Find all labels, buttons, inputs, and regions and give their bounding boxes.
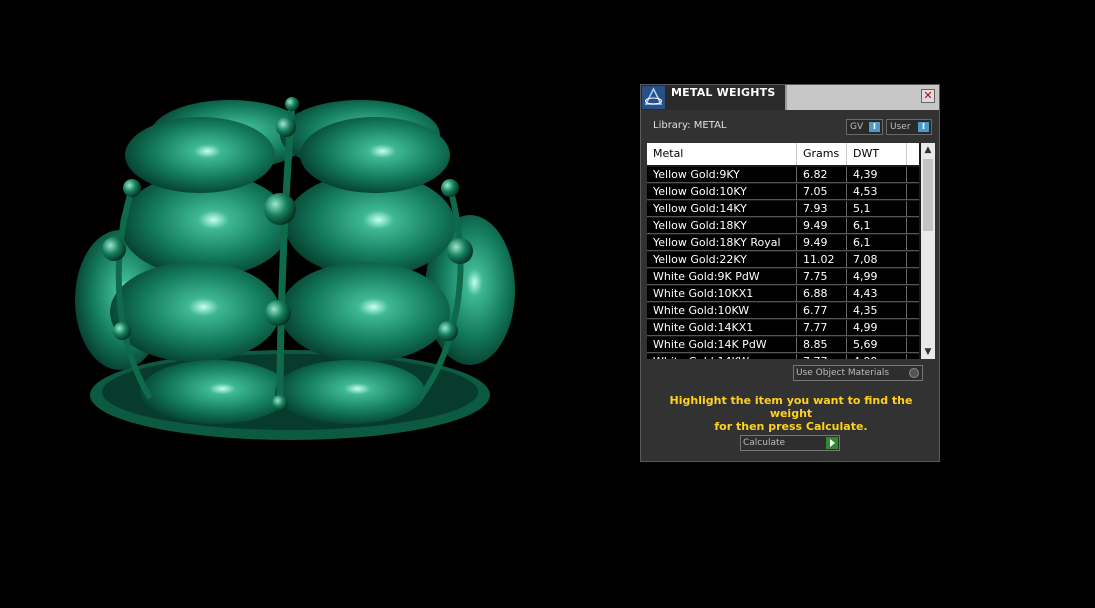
cell-grams: 7.75 <box>797 269 847 285</box>
play-arrow-icon <box>826 437 838 449</box>
gv-toggle-label: GV <box>850 122 864 132</box>
cell-metal: Yellow Gold:18KY <box>647 218 797 234</box>
metal-table: Metal Grams DWT Yellow Gold:9KY 6.82 4,39 Y… <box>647 143 935 359</box>
table-scrollbar[interactable]: ▲ ▼ <box>921 143 935 359</box>
table-row[interactable]: Yellow Gold:9KY 6.82 4,39 <box>647 167 919 183</box>
cell-dwt: 5,69 <box>847 337 907 353</box>
calculate-button[interactable]: Calculate <box>740 435 840 451</box>
cell-grams: 9.49 <box>797 235 847 251</box>
user-toggle[interactable]: User I <box>886 119 932 135</box>
cell-dwt: 4,39 <box>847 167 907 183</box>
scroll-down-icon[interactable]: ▼ <box>921 345 935 359</box>
table-row[interactable]: White Gold:10KX1 6.88 4,43 <box>647 286 919 302</box>
use-object-materials-button[interactable]: Use Object Materials <box>793 365 923 381</box>
table-row[interactable]: Yellow Gold:22KY 11.02 7,08 <box>647 252 919 268</box>
cell-metal: White Gold:10KX1 <box>647 286 797 302</box>
table-row[interactable]: White Gold:9K PdW 7.75 4,99 <box>647 269 919 285</box>
use-object-materials-label: Use Object Materials <box>796 368 890 378</box>
cell-dwt: 7,08 <box>847 252 907 268</box>
table-row[interactable]: Yellow Gold:18KY Royal 9.49 6,1 <box>647 235 919 251</box>
cell-dwt: 4,35 <box>847 303 907 319</box>
user-toggle-knob: I <box>918 122 929 132</box>
cell-grams: 9.49 <box>797 218 847 234</box>
gv-toggle-knob: I <box>869 122 880 132</box>
table-row[interactable]: White Gold:10KW 6.77 4,35 <box>647 303 919 319</box>
panel-title: METAL WEIGHTS <box>671 86 776 99</box>
user-toggle-label: User <box>890 122 911 132</box>
instruction-text: Highlight the item you want to find the … <box>651 394 931 433</box>
radio-icon <box>909 368 919 378</box>
cell-dwt: 5,1 <box>847 201 907 217</box>
cell-grams: 7.93 <box>797 201 847 217</box>
cell-dwt: 4,99 <box>847 269 907 285</box>
cell-grams: 6.88 <box>797 286 847 302</box>
cell-metal: White Gold:10KW <box>647 303 797 319</box>
scroll-up-icon[interactable]: ▲ <box>921 143 935 157</box>
calculate-label: Calculate <box>743 438 786 448</box>
title-tab: METAL WEIGHTS <box>641 85 787 110</box>
cell-dwt: 4,43 <box>847 286 907 302</box>
cell-metal: White Gold:14KX1 <box>647 320 797 336</box>
cell-grams: 7.77 <box>797 320 847 336</box>
cell-dwt: 6,1 <box>847 235 907 251</box>
cell-dwt: 4,99 <box>847 320 907 336</box>
cell-dwt: 6,1 <box>847 218 907 234</box>
cell-grams: 11.02 <box>797 252 847 268</box>
scroll-thumb[interactable] <box>923 159 933 231</box>
gv-toggle[interactable]: GV I <box>846 119 883 135</box>
cell-metal: Yellow Gold:22KY <box>647 252 797 268</box>
library-label: Library: METAL <box>653 120 727 131</box>
cell-metal: Yellow Gold:9KY <box>647 167 797 183</box>
column-header-metal[interactable]: Metal <box>647 143 797 165</box>
cell-metal: White Gold:14K PdW <box>647 337 797 353</box>
table-row[interactable]: White Gold:14KX1 7.77 4,99 <box>647 320 919 336</box>
instruction-line-2: for then press Calculate. <box>714 420 868 433</box>
dome-model-render <box>75 97 515 440</box>
cell-metal: Yellow Gold:14KY <box>647 201 797 217</box>
cell-metal: White Gold:14KW <box>647 354 797 359</box>
cell-grams: 7.05 <box>797 184 847 200</box>
cell-grams: 6.77 <box>797 303 847 319</box>
instruction-line-1: Highlight the item you want to find the … <box>669 394 913 420</box>
cell-grams: 7.77 <box>797 354 847 359</box>
cell-metal: Yellow Gold:10KY <box>647 184 797 200</box>
cell-grams: 6.82 <box>797 167 847 183</box>
table-header: Metal Grams DWT <box>647 143 919 165</box>
app-logo-icon <box>642 86 665 109</box>
table-row[interactable]: Yellow Gold:18KY 9.49 6,1 <box>647 218 919 234</box>
cell-dwt: 4,53 <box>847 184 907 200</box>
cell-grams: 8.85 <box>797 337 847 353</box>
column-header-dwt[interactable]: DWT <box>847 143 907 165</box>
cell-metal: Yellow Gold:18KY Royal <box>647 235 797 251</box>
panel-title-bar[interactable]: METAL WEIGHTS ✕ <box>641 85 939 110</box>
column-header-grams[interactable]: Grams <box>797 143 847 165</box>
cell-dwt: 4,99 <box>847 354 907 359</box>
table-row[interactable]: White Gold:14KW7.774,99 <box>647 354 919 359</box>
cell-metal: White Gold:9K PdW <box>647 269 797 285</box>
table-row[interactable]: Yellow Gold:10KY 7.05 4,53 <box>647 184 919 200</box>
table-row[interactable]: White Gold:14K PdW 8.85 5,69 <box>647 337 919 353</box>
close-button[interactable]: ✕ <box>921 89 935 103</box>
metal-weights-panel: METAL WEIGHTS ✕ Library: METAL GV I User… <box>640 84 940 462</box>
3d-viewport[interactable] <box>0 0 620 604</box>
table-row[interactable]: Yellow Gold:14KY 7.93 5,1 <box>647 201 919 217</box>
